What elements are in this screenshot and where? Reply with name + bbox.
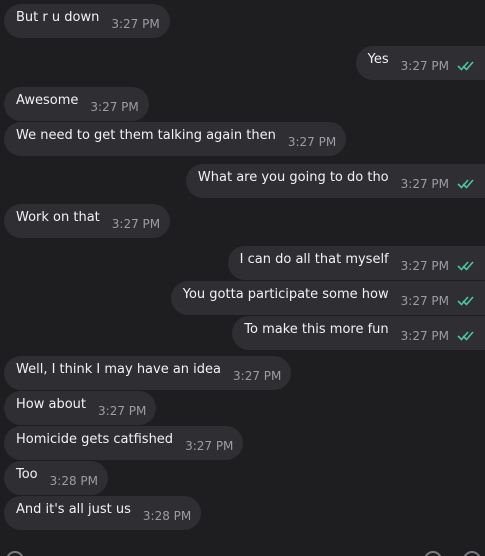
message-bubble-outgoing[interactable]: What are you going to do tho 3:27 PM	[185, 164, 485, 198]
message-bubble-outgoing[interactable]: You gotta participate some how 3:27 PM	[170, 281, 485, 315]
double-check-icon	[457, 60, 475, 72]
message-text: How about	[16, 396, 87, 412]
message-row[interactable]: How about 3:27 PM	[4, 391, 157, 425]
message-row[interactable]: Work on that 3:27 PM	[4, 204, 171, 238]
message-time: 3:28 PM	[142, 509, 192, 523]
message-text: I can do all that myself	[239, 251, 389, 267]
message-text: Awesome	[16, 92, 79, 108]
message-bubble-outgoing[interactable]: I can do all that myself 3:27 PM	[227, 246, 485, 280]
message-time: 3:27 PM	[111, 217, 161, 231]
message-time: 3:27 PM	[400, 329, 449, 343]
message-text: And it's all just us	[16, 501, 131, 517]
message-time: 3:27 PM	[233, 369, 282, 383]
message-time: 3:27 PM	[185, 439, 234, 453]
message-time: 3:27 PM	[90, 100, 139, 114]
message-time: 3:27 PM	[287, 135, 337, 149]
message-row[interactable]: You gotta participate some how 3:27 PM	[170, 281, 485, 315]
message-time: 3:27 PM	[111, 17, 160, 31]
message-time: 3:28 PM	[49, 474, 98, 488]
message-text: Yes	[367, 51, 389, 67]
double-check-icon	[457, 260, 475, 272]
message-time: 3:27 PM	[400, 259, 449, 273]
message-bubble-incoming[interactable]: Well, I think I may have an idea 3:27 PM	[4, 356, 292, 390]
message-bubble-incoming[interactable]: Awesome 3:27 PM	[4, 87, 149, 121]
message-row[interactable]: Awesome 3:27 PM	[4, 87, 149, 121]
message-bubble-incoming[interactable]: But r u down 3:27 PM	[4, 4, 170, 38]
message-text: You gotta participate some how	[182, 286, 389, 302]
message-bubble-incoming[interactable]: We need to get them talking again then 3…	[4, 122, 347, 156]
message-time: 3:27 PM	[98, 404, 147, 418]
message-row[interactable]: Yes 3:27 PM	[355, 46, 485, 80]
message-text: Work on that	[16, 209, 100, 225]
message-row[interactable]: I can do all that myself 3:27 PM	[227, 246, 485, 280]
message-text: What are you going to do tho	[197, 169, 389, 185]
sticker-icon[interactable]	[424, 551, 442, 556]
message-bubble-outgoing[interactable]: Yes 3:27 PM	[355, 46, 485, 80]
emoji-icon[interactable]	[6, 551, 24, 556]
message-text: We need to get them talking again then	[16, 127, 276, 143]
message-text: But r u down	[16, 9, 100, 25]
message-row[interactable]: We need to get them talking again then 3…	[4, 122, 347, 156]
double-check-icon	[457, 295, 475, 307]
message-bubble-incoming[interactable]: Too 3:28 PM	[4, 461, 108, 495]
message-text: Homicide gets catfished	[16, 431, 174, 447]
message-text: To make this more fun	[244, 321, 389, 337]
message-bubble-outgoing[interactable]: To make this more fun 3:27 PM	[232, 316, 485, 350]
composer-bar[interactable]	[0, 548, 485, 556]
message-row[interactable]: To make this more fun 3:27 PM	[232, 316, 485, 350]
message-row[interactable]: But r u down 3:27 PM	[4, 4, 170, 38]
message-text: Well, I think I may have an idea	[16, 361, 222, 377]
message-bubble-incoming[interactable]: Work on that 3:27 PM	[4, 204, 171, 238]
message-time: 3:27 PM	[400, 294, 449, 308]
message-row[interactable]: Well, I think I may have an idea 3:27 PM	[4, 356, 292, 390]
message-text: Too	[16, 466, 38, 482]
message-row[interactable]: And it's all just us 3:28 PM	[4, 496, 202, 530]
message-row[interactable]: What are you going to do tho 3:27 PM	[185, 164, 485, 198]
message-row[interactable]: Too 3:28 PM	[4, 461, 108, 495]
message-bubble-incoming[interactable]: How about 3:27 PM	[4, 391, 157, 425]
message-time: 3:27 PM	[400, 59, 449, 73]
mic-icon[interactable]	[463, 551, 481, 556]
double-check-icon	[457, 330, 475, 342]
message-list: But r u down 3:27 PM Yes 3:27 PM Awesome…	[0, 0, 485, 548]
message-bubble-incoming[interactable]: Homicide gets catfished 3:27 PM	[4, 426, 244, 460]
message-bubble-incoming[interactable]: And it's all just us 3:28 PM	[4, 496, 202, 530]
double-check-icon	[457, 178, 475, 190]
message-time: 3:27 PM	[400, 177, 449, 191]
message-row[interactable]: Homicide gets catfished 3:27 PM	[4, 426, 244, 460]
